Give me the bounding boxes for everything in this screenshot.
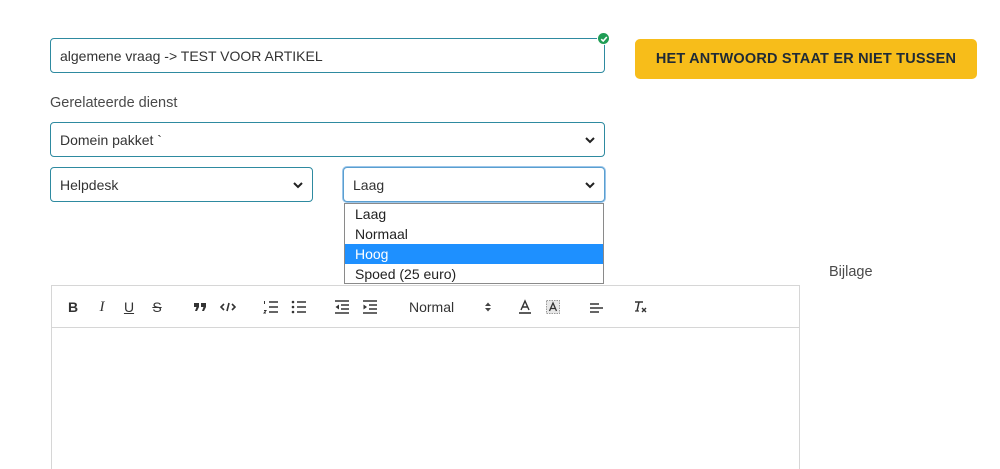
align-icon[interactable]: [587, 286, 605, 328]
header-format-select[interactable]: Normal: [404, 286, 494, 328]
related-service-select[interactable]: Domein pakket `: [50, 122, 605, 157]
answer-not-listed-button[interactable]: HET ANTWOORD STAAT ER NIET TUSSEN: [635, 39, 977, 79]
header-format-value: Normal: [409, 299, 455, 315]
font-color-icon[interactable]: [516, 286, 534, 328]
background-color-icon[interactable]: [544, 286, 562, 328]
priority-select[interactable]: Laag: [343, 167, 605, 202]
priority-value: Laag: [353, 176, 385, 193]
priority-option[interactable]: Laag: [345, 204, 603, 224]
priority-option-highlighted[interactable]: Hoog: [345, 244, 603, 264]
priority-option[interactable]: Normaal: [345, 224, 603, 244]
priority-option[interactable]: Spoed (25 euro): [345, 264, 603, 284]
outdent-icon[interactable]: [333, 286, 351, 328]
related-service-label: Gerelateerde dienst: [50, 95, 178, 111]
valid-check-icon: [597, 32, 610, 45]
subject-input[interactable]: algemene vraag -> TEST VOOR ARTIKEL: [50, 38, 605, 73]
subject-value: algemene vraag -> TEST VOOR ARTIKEL: [60, 47, 323, 64]
rich-text-editor: B I U S Normal: [51, 285, 800, 469]
code-icon[interactable]: [218, 286, 238, 328]
chevron-down-icon: [293, 181, 303, 188]
editor-toolbar: B I U S Normal: [52, 286, 799, 328]
related-service-value: Domein pakket `: [60, 131, 162, 148]
priority-dropdown-list: Laag Normaal Hoog Spoed (25 euro): [344, 203, 604, 284]
bullet-list-icon[interactable]: [290, 286, 308, 328]
clear-format-icon[interactable]: [630, 286, 650, 328]
underline-icon[interactable]: U: [121, 286, 137, 328]
italic-icon[interactable]: I: [94, 286, 110, 328]
quote-icon[interactable]: [191, 286, 209, 328]
strike-icon[interactable]: S: [149, 286, 165, 328]
indent-icon[interactable]: [361, 286, 379, 328]
attachment-label: Bijlage: [829, 264, 873, 280]
bold-icon[interactable]: B: [65, 286, 81, 328]
chevron-down-icon: [585, 136, 595, 143]
department-select[interactable]: Helpdesk: [50, 167, 313, 202]
editor-text-area[interactable]: [52, 328, 799, 469]
up-down-arrows-icon: [485, 302, 491, 312]
ordered-list-icon[interactable]: [262, 286, 280, 328]
department-value: Helpdesk: [60, 176, 119, 193]
chevron-down-icon: [585, 181, 595, 188]
